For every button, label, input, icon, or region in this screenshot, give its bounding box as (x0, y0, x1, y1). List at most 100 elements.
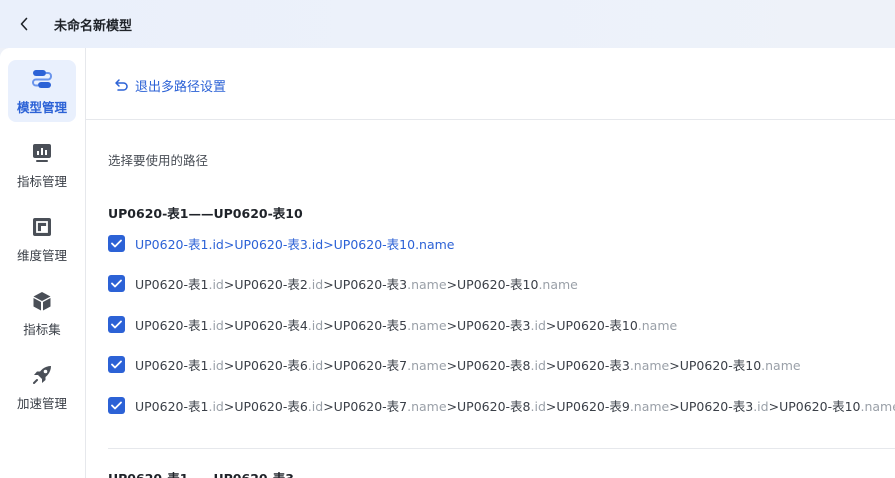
path-table-segment: >UP0620-表9 (545, 399, 630, 414)
section-title: 选择要使用的路径 (108, 153, 209, 168)
top-bar: 未命名新模型 (0, 0, 895, 48)
sidebar-item-model[interactable]: 模型管理 (8, 60, 76, 122)
path-field-segment: .name (860, 399, 895, 414)
sidebar-item-label: 维度管理 (16, 247, 67, 263)
sidebar-item-label: 指标管理 (16, 173, 67, 189)
path-field-segment: .id (530, 318, 546, 333)
back-button[interactable] (14, 14, 34, 34)
header-divider (86, 119, 895, 120)
path-checkbox[interactable] (108, 235, 125, 252)
path-table-segment: >UP0620-表4 (223, 318, 308, 333)
path-label: UP0620-表1.id>UP0620-表2.id>UP0620-表3.name… (135, 274, 578, 293)
path-field-segment: .name (629, 358, 670, 373)
path-table-segment: >UP0620-表10 (768, 399, 861, 414)
path-checkbox[interactable] (108, 316, 125, 333)
path-field-segment: .name (415, 237, 455, 252)
path-field-segment: .name (761, 358, 801, 373)
path-checkbox[interactable] (108, 356, 125, 373)
sidebar-item-dimension[interactable]: 维度管理 (8, 208, 76, 270)
path-table-segment: >UP0620-表3 (223, 237, 308, 252)
path-table-segment: >UP0620-表7 (323, 399, 408, 414)
undo-icon (115, 79, 128, 91)
check-icon (111, 320, 122, 329)
model-icon (30, 67, 54, 91)
path-label: UP0620-表1.id>UP0620-表6.id>UP0620-表7.name… (135, 355, 801, 374)
path-label: UP0620-表1.id>UP0620-表3.id>UP0620-表10.nam… (135, 234, 455, 253)
path-field-segment: .id (530, 358, 546, 373)
path-table-segment: >UP0620-表3 (446, 318, 531, 333)
path-field-segment: .id (208, 277, 224, 292)
path-field-segment: .name (629, 399, 670, 414)
sidebar-item-indicator-set[interactable]: 指标集 (8, 282, 76, 344)
path-option-row[interactable]: UP0620-表1.id>UP0620-表6.id>UP0620-表7.name… (108, 355, 801, 374)
path-field-segment: .id (208, 358, 224, 373)
path-table-segment: >UP0620-表3 (669, 399, 754, 414)
exit-multipath-button[interactable]: 退出多路径设置 (114, 76, 226, 95)
app-shell: 模型管理 指标管理 维度管理 指标集 加速管理 退出多路径设置 选择要使用的路径… (0, 48, 895, 478)
dimension-icon (30, 215, 54, 239)
path-field-segment: .name (407, 277, 447, 292)
page-title: 未命名新模型 (54, 18, 133, 34)
cube-icon (30, 289, 54, 313)
path-field-segment: .id (208, 318, 224, 333)
path-table-segment: >UP0620-表8 (446, 399, 531, 414)
path-option-row[interactable]: UP0620-表1.id>UP0620-表2.id>UP0620-表3.name… (108, 274, 578, 293)
path-table-segment: >UP0620-表6 (223, 358, 308, 373)
path-checkbox[interactable] (108, 397, 125, 414)
path-option-row[interactable]: UP0620-表1.id>UP0620-表4.id>UP0620-表5.name… (108, 315, 677, 334)
path-option-row[interactable]: UP0620-表1.id>UP0620-表3.id>UP0620-表10.nam… (108, 234, 455, 253)
path-group-title: UP0620-表1——UP0620-表10 (108, 206, 303, 221)
path-table-segment: >UP0620-表10 (669, 358, 762, 373)
path-field-segment: .id (530, 399, 546, 414)
path-table-segment: UP0620-表1 (135, 358, 209, 373)
path-field-segment: .name (407, 358, 447, 373)
sidebar-item-acceleration[interactable]: 加速管理 (8, 356, 76, 418)
path-field-segment: .id (307, 277, 324, 292)
main-panel: 退出多路径设置 选择要使用的路径 UP0620-表1——UP0620-表10 U… (86, 48, 895, 478)
path-option-row[interactable]: UP0620-表1.id>UP0620-表6.id>UP0620-表7.name… (108, 396, 895, 415)
sidebar-item-label: 指标集 (23, 321, 61, 337)
path-table-segment: >UP0620-表10 (446, 277, 539, 292)
path-table-segment: UP0620-表1 (135, 237, 209, 252)
path-field-segment: .id (208, 399, 224, 414)
path-table-segment: >UP0620-表10 (323, 237, 416, 252)
path-field-segment: .name (637, 318, 678, 333)
path-table-segment: UP0620-表1 (135, 277, 209, 292)
path-field-segment: .name (538, 277, 578, 292)
group-divider (108, 448, 895, 449)
check-icon (111, 401, 122, 410)
path-field-segment: .name (407, 399, 447, 414)
sidebar-item-label: 模型管理 (16, 99, 67, 115)
path-field-segment: .id (307, 318, 324, 333)
path-table-segment: >UP0620-表10 (545, 318, 638, 333)
path-table-segment: >UP0620-表6 (223, 399, 308, 414)
path-field-segment: .id (307, 237, 324, 252)
chevron-left-icon (20, 17, 28, 31)
path-field-segment: .name (407, 318, 447, 333)
path-field-segment: .id (208, 237, 224, 252)
path-table-segment: >UP0620-表7 (323, 358, 408, 373)
check-icon (111, 239, 122, 248)
path-group-title: UP0620-表1——UP0620-表3 (108, 468, 294, 478)
path-label: UP0620-表1.id>UP0620-表6.id>UP0620-表7.name… (135, 396, 895, 415)
check-icon (111, 360, 122, 369)
path-table-segment: UP0620-表1 (135, 318, 209, 333)
rocket-icon (30, 363, 54, 387)
check-icon (111, 279, 122, 288)
path-field-segment: .id (753, 399, 769, 414)
path-table-segment: >UP0620-表3 (545, 358, 630, 373)
indicator-icon (30, 141, 54, 165)
path-checkbox[interactable] (108, 275, 125, 292)
sidebar-item-indicator[interactable]: 指标管理 (8, 134, 76, 196)
path-table-segment: >UP0620-表8 (446, 358, 531, 373)
path-field-segment: .id (307, 399, 324, 414)
path-field-segment: .id (307, 358, 324, 373)
path-table-segment: >UP0620-表3 (323, 277, 408, 292)
sidebar-item-label: 加速管理 (16, 395, 67, 411)
sidebar: 模型管理 指标管理 维度管理 指标集 加速管理 (0, 48, 86, 478)
path-table-segment: UP0620-表1 (135, 399, 209, 414)
path-label: UP0620-表1.id>UP0620-表4.id>UP0620-表5.name… (135, 315, 677, 334)
path-table-segment: >UP0620-表2 (223, 277, 308, 292)
exit-multipath-label: 退出多路径设置 (135, 80, 227, 95)
path-table-segment: >UP0620-表5 (323, 318, 408, 333)
